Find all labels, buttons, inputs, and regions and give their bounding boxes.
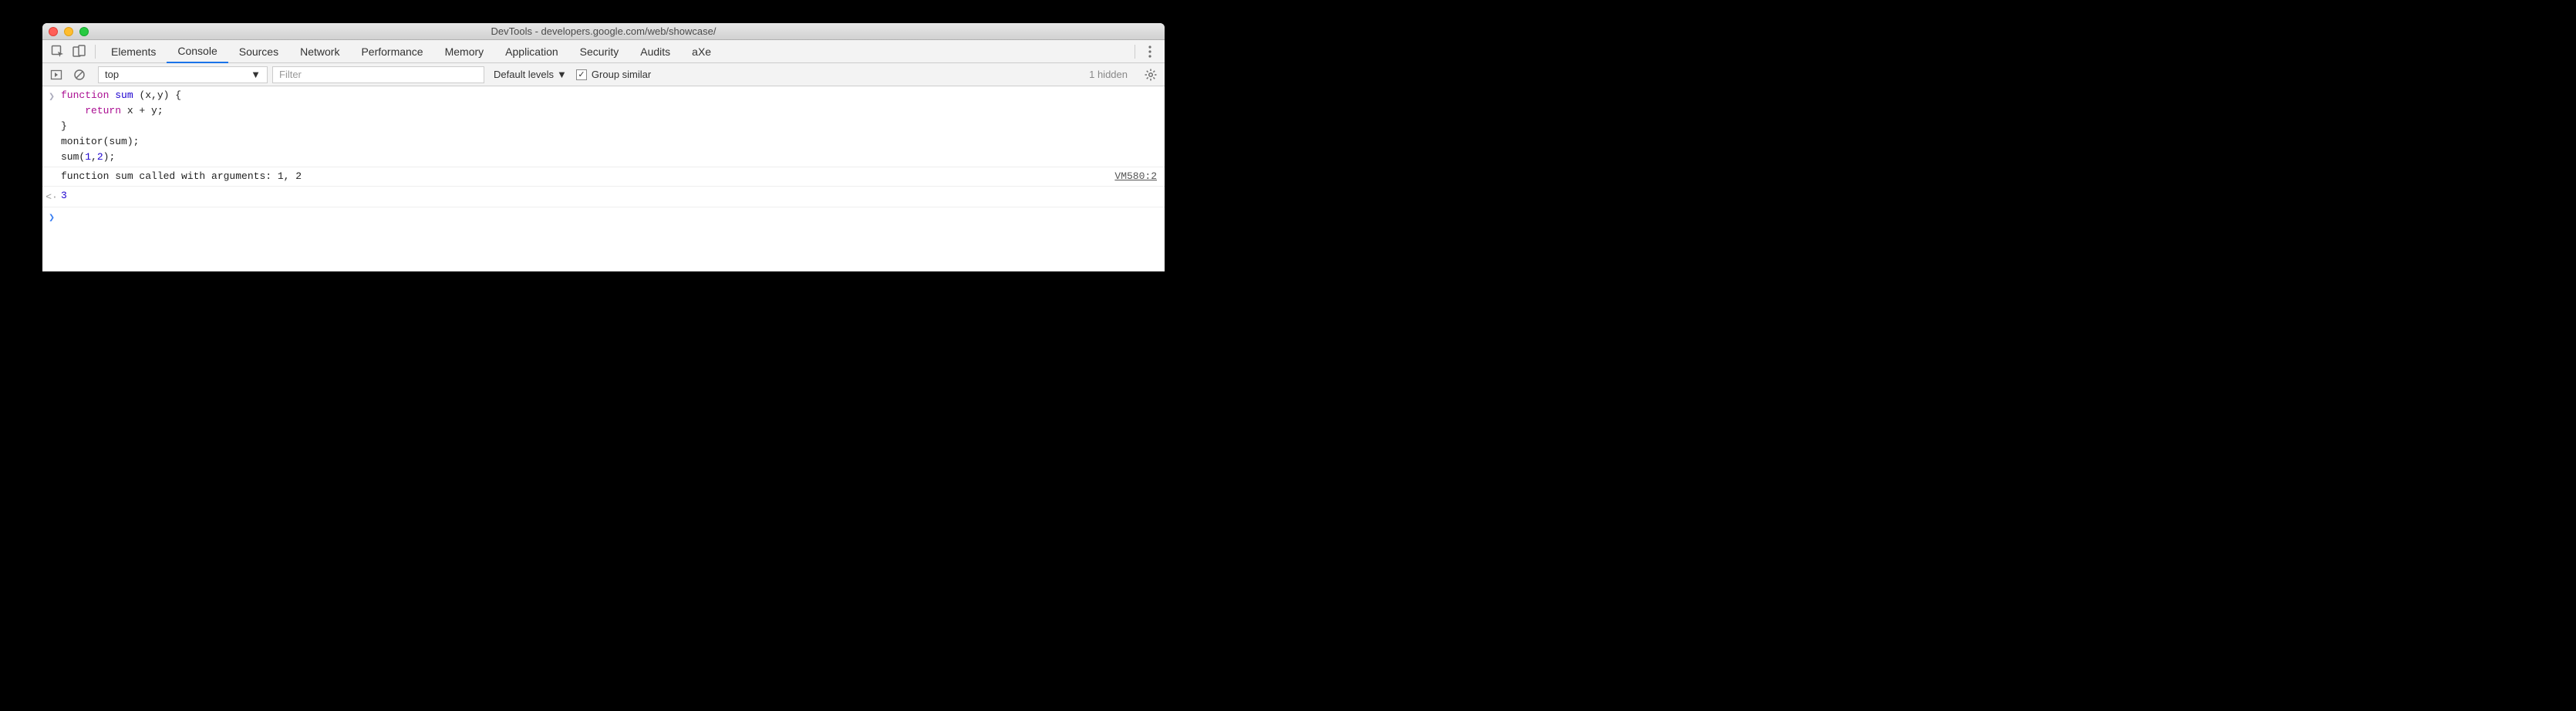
console-log-row: function sum called with arguments: 1, 2… [42, 167, 1165, 187]
console-toolbar: top ▼ Default levels ▼ ✓ Group similar 1… [42, 63, 1165, 86]
context-value: top [105, 69, 119, 80]
tab-application[interactable]: Application [494, 40, 569, 63]
log-source-link[interactable]: VM580:2 [1114, 169, 1165, 184]
console-input-row: ❯ function sum (x,y) { return x + y; } m… [42, 86, 1165, 167]
log-gutter [42, 169, 61, 184]
input-prompt-icon: ❯ [42, 88, 61, 165]
console-result-row: <· 3 [42, 187, 1165, 207]
prompt-icon: ❯ [42, 209, 61, 226]
traffic-lights [49, 27, 89, 36]
chevron-down-icon: ▼ [557, 69, 567, 80]
tab-performance[interactable]: Performance [350, 40, 433, 63]
close-window-button[interactable] [49, 27, 58, 36]
tab-memory[interactable]: Memory [434, 40, 495, 63]
panel-tabbar: Elements Console Sources Network Perform… [42, 40, 1165, 63]
checkbox-checked-icon: ✓ [576, 69, 587, 80]
log-message: function sum called with arguments: 1, 2 [61, 169, 1114, 184]
level-value: Default levels [494, 69, 554, 80]
filter-input[interactable] [272, 66, 484, 83]
device-toolbar-icon[interactable] [69, 41, 90, 62]
prompt-input[interactable] [61, 209, 1165, 226]
log-level-selector[interactable]: Default levels ▼ [489, 66, 572, 83]
group-similar-label: Group similar [592, 69, 651, 80]
tab-security[interactable]: Security [569, 40, 630, 63]
tab-elements[interactable]: Elements [100, 40, 167, 63]
result-value: 3 [61, 188, 1165, 205]
more-options-icon[interactable] [1140, 41, 1160, 62]
tab-network[interactable]: Network [289, 40, 350, 63]
hidden-messages-count[interactable]: 1 hidden [1089, 69, 1128, 80]
console-prompt-row[interactable]: ❯ [42, 207, 1165, 227]
sidebar-toggle-icon[interactable] [47, 66, 66, 84]
context-selector[interactable]: top ▼ [98, 66, 268, 83]
window-title: DevTools - developers.google.com/web/sho… [42, 25, 1165, 37]
console-messages: ❯ function sum (x,y) { return x + y; } m… [42, 86, 1165, 271]
tab-audits[interactable]: Audits [629, 40, 681, 63]
group-similar-checkbox[interactable]: ✓ Group similar [576, 69, 651, 80]
tab-console[interactable]: Console [167, 40, 228, 63]
chevron-down-icon: ▼ [251, 69, 261, 80]
titlebar: DevTools - developers.google.com/web/sho… [42, 23, 1165, 40]
separator [95, 45, 96, 59]
tab-axe[interactable]: aXe [681, 40, 722, 63]
devtools-window: DevTools - developers.google.com/web/sho… [42, 23, 1165, 271]
clear-console-icon[interactable] [70, 66, 89, 84]
console-settings-icon[interactable] [1141, 66, 1160, 84]
maximize-window-button[interactable] [79, 27, 89, 36]
minimize-window-button[interactable] [64, 27, 73, 36]
result-arrow-icon: <· [42, 188, 61, 205]
inspect-element-icon[interactable] [47, 41, 69, 62]
tab-sources[interactable]: Sources [228, 40, 289, 63]
input-code: function sum (x,y) { return x + y; } mon… [61, 88, 1165, 165]
